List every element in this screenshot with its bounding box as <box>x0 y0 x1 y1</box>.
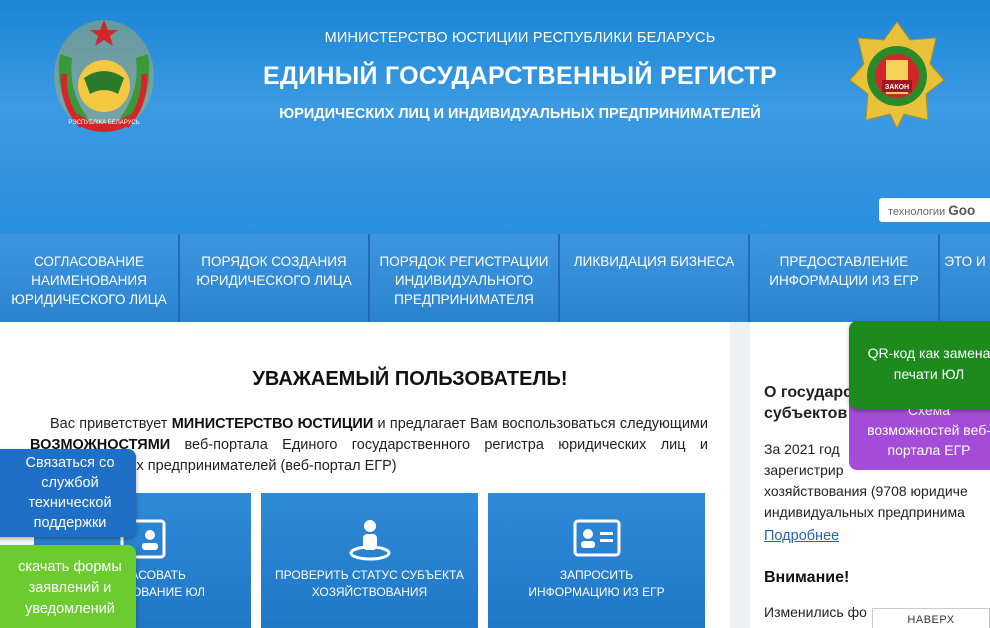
site-header: РЭСПУБЛІКА БЕЛАРУСЬ МИНИСТЕРСТВО ЮСТИЦИИ… <box>0 0 990 234</box>
register-subtitle: ЮРИДИЧЕСКИХ ЛИЦ И ИНДИВИДУАЛЬНЫХ ПРЕДПРИ… <box>279 106 761 122</box>
google-logo: Goo <box>948 203 976 218</box>
justice-emblem-icon: ЗАКОН <box>849 21 945 130</box>
nav-item-liquidation[interactable]: ЛИКВИДАЦИЯ БИЗНЕСА <box>560 234 750 322</box>
tile-request-info[interactable]: ЗАПРОСИТЬ ИНФОРМАЦИЮ ИЗ ЕГР <box>488 493 705 628</box>
nav-item-more[interactable]: ЭТО И <box>940 234 990 322</box>
tile-label: ПРОВЕРИТЬ СТАТУС СУБЪЕКТА ХОЗЯЙСТВОВАНИЯ <box>275 568 464 599</box>
nav-item-egr-info[interactable]: ПРЕДОСТАВЛЕНИЕ ИНФОРМАЦИИ ИЗ ЕГР <box>750 234 940 322</box>
qr-code-button[interactable]: QR-код как замена печати ЮЛ <box>849 321 990 409</box>
tile-label: ЗАПРОСИТЬ ИНФОРМАЦИЮ ИЗ ЕГР <box>528 568 665 599</box>
google-search-box[interactable]: технологии Goo <box>879 198 990 222</box>
attention-heading: Внимание! <box>764 569 850 586</box>
nav-item-legal-entity[interactable]: ПОРЯДОК СОЗДАНИЯ ЮРИДИЧЕСКОГО ЛИЦА <box>180 234 370 322</box>
attention-text: Изменились фо <box>764 604 867 620</box>
register-title: ЕДИНЫЙ ГОСУДАРСТВЕННЫЙ РЕГИСТР <box>263 62 777 90</box>
tile-check-status[interactable]: ПРОВЕРИТЬ СТАТУС СУБЪЕКТА ХОЗЯЙСТВОВАНИЯ <box>261 493 478 628</box>
main-nav: СОГЛАСОВАНИЕ НАИМЕНОВАНИЯ ЮРИДИЧЕСКОГО Л… <box>0 234 990 322</box>
search-label: технологии <box>888 206 946 218</box>
person-platform-icon <box>349 520 390 561</box>
download-forms-button[interactable]: скачать формы заявлений и уведомлений <box>0 545 136 628</box>
read-more-link[interactable]: Подробнее <box>764 528 839 544</box>
nav-item-name-approval[interactable]: СОГЛАСОВАНИЕ НАИМЕНОВАНИЯ ЮРИДИЧЕСКОГО Л… <box>0 234 180 322</box>
emblem-law-caption: ЗАКОН <box>885 84 909 91</box>
contact-support-button[interactable]: Связаться со службой технической поддерж… <box>0 449 136 537</box>
nav-item-ip-registration[interactable]: ПОРЯДОК РЕГИСТРАЦИИ ИНДИВИДУАЛЬНОГО ПРЕД… <box>370 234 560 322</box>
ministry-title: МИНИСТЕРСТВО ЮСТИЦИИ РЕСПУБЛИКИ БЕЛАРУСЬ <box>324 30 716 46</box>
page-title: УВАЖАЕМЫЙ ПОЛЬЗОВАТЕЛЬ! <box>252 368 568 390</box>
id-card-icon <box>573 519 620 557</box>
scroll-top-button[interactable]: НАВЕРХ <box>872 608 990 628</box>
news-heading[interactable]: О государс субъектов <box>764 382 852 424</box>
